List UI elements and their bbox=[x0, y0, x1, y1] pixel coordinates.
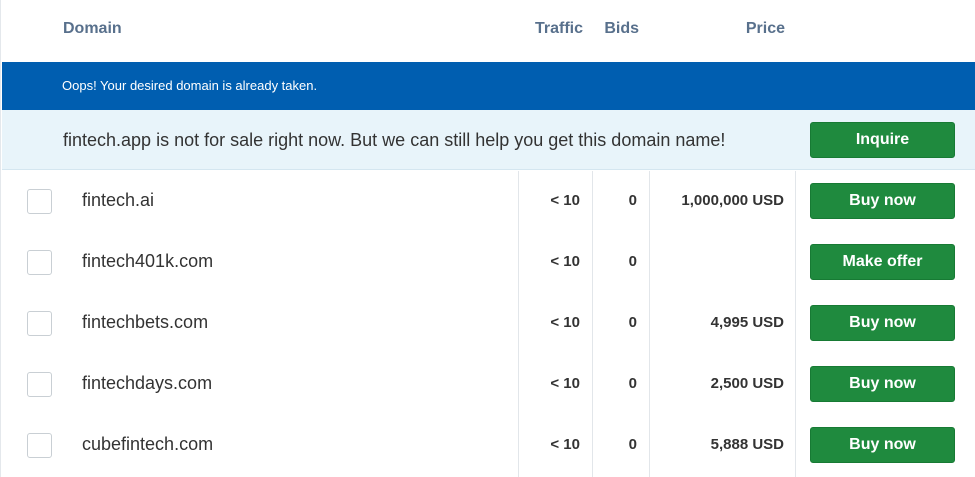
buy-now-button[interactable]: Buy now bbox=[810, 305, 955, 341]
row-checkbox[interactable] bbox=[27, 189, 52, 214]
price-value: 1,000,000 USD bbox=[681, 192, 784, 209]
not-for-sale-row: fintech.app is not for sale right now. B… bbox=[2, 110, 975, 170]
bids-value: 0 bbox=[628, 375, 637, 392]
buy-now-button[interactable]: Buy now bbox=[810, 427, 955, 463]
bids-value: 0 bbox=[628, 253, 637, 270]
traffic-value: < 10 bbox=[550, 436, 580, 453]
price-value: 4,995 USD bbox=[710, 314, 784, 331]
domain-name[interactable]: fintechdays.com bbox=[82, 373, 212, 394]
buy-now-button[interactable]: Buy now bbox=[810, 366, 955, 402]
price-value: 5,888 USD bbox=[710, 436, 784, 453]
row-checkbox[interactable] bbox=[27, 311, 52, 336]
domain-name[interactable]: cubefintech.com bbox=[82, 434, 213, 455]
traffic-value: < 10 bbox=[550, 314, 580, 331]
table-row: fintech.ai < 10 0 1,000,000 USD Buy now bbox=[2, 171, 975, 232]
column-header-bids[interactable]: Bids bbox=[599, 20, 639, 38]
not-for-sale-message: fintech.app is not for sale right now. B… bbox=[63, 130, 726, 150]
traffic-value: < 10 bbox=[550, 375, 580, 392]
column-header-traffic[interactable]: Traffic bbox=[521, 20, 583, 38]
traffic-value: < 10 bbox=[550, 192, 580, 209]
row-checkbox[interactable] bbox=[27, 372, 52, 397]
table-row: fintechbets.com < 10 0 4,995 USD Buy now bbox=[2, 293, 975, 354]
column-header-price[interactable]: Price bbox=[661, 20, 785, 38]
row-checkbox[interactable] bbox=[27, 250, 52, 275]
alert-message: Oops! Your desired domain is already tak… bbox=[62, 78, 318, 93]
bids-value: 0 bbox=[628, 314, 637, 331]
domain-taken-alert: Oops! Your desired domain is already tak… bbox=[2, 62, 975, 118]
row-checkbox[interactable] bbox=[27, 433, 52, 458]
domain-results-table: fintech.ai < 10 0 1,000,000 USD Buy now … bbox=[2, 171, 975, 477]
table-row: fintech401k.com < 10 0 Make offer bbox=[2, 232, 975, 293]
domain-name[interactable]: fintechbets.com bbox=[82, 312, 208, 333]
domain-name[interactable]: fintech401k.com bbox=[82, 251, 213, 272]
make-offer-button[interactable]: Make offer bbox=[810, 244, 955, 280]
domain-name[interactable]: fintech.ai bbox=[82, 190, 154, 211]
table-row: fintechdays.com < 10 0 2,500 USD Buy now bbox=[2, 354, 975, 415]
buy-now-button[interactable]: Buy now bbox=[810, 183, 955, 219]
price-value: 2,500 USD bbox=[710, 375, 784, 392]
table-header: Domain Traffic Bids Price bbox=[1, 0, 975, 62]
column-header-domain[interactable]: Domain bbox=[63, 20, 122, 38]
bids-value: 0 bbox=[628, 192, 637, 209]
traffic-value: < 10 bbox=[550, 253, 580, 270]
inquire-button[interactable]: Inquire bbox=[810, 122, 955, 158]
results-panel: Domain Traffic Bids Price Oops! Your des… bbox=[0, 0, 975, 477]
bids-value: 0 bbox=[628, 436, 637, 453]
table-row: cubefintech.com < 10 0 5,888 USD Buy now bbox=[2, 415, 975, 476]
